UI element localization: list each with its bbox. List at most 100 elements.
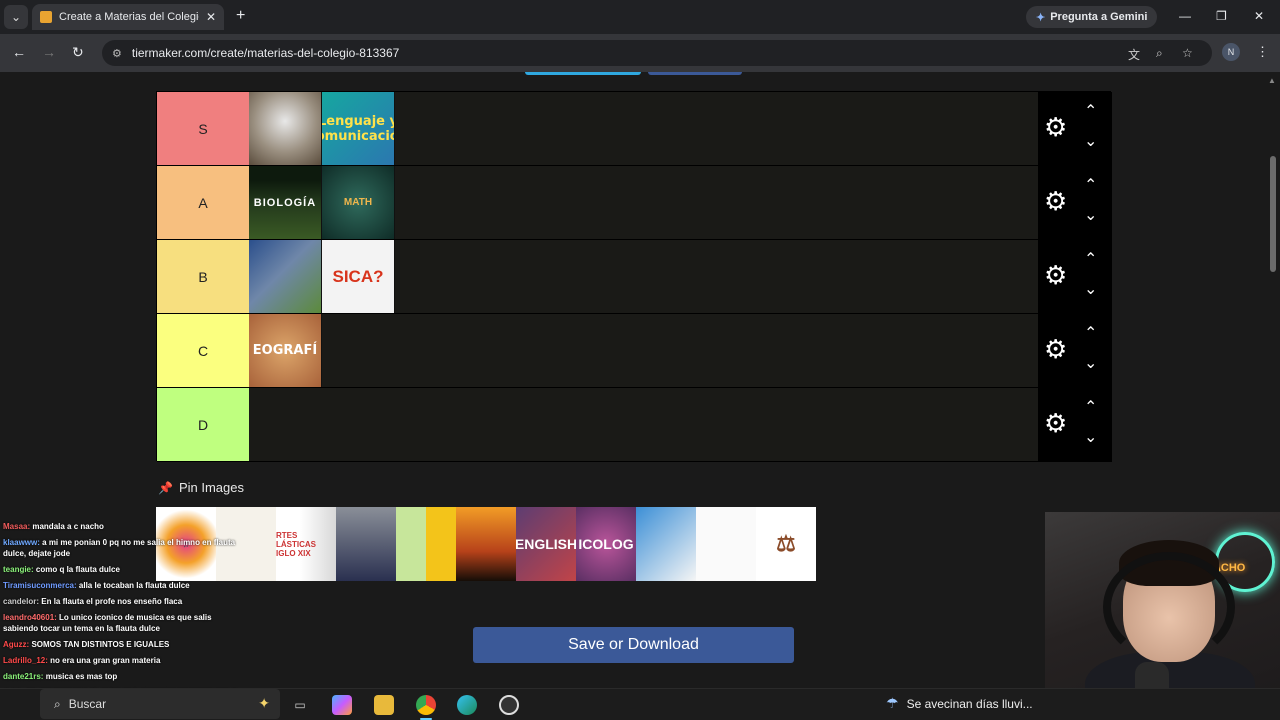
tier-items-dropzone[interactable]: BIOLOGÍA MATH: [249, 166, 1038, 239]
move-up-icon[interactable]: ⌃: [1084, 178, 1097, 194]
tier-controls: ⚙ ⌃ ⌄: [1038, 240, 1112, 313]
chat-text: En la flauta el profe nos enseño flaca: [41, 597, 183, 606]
pool-tile-artes-plasticas[interactable]: RTES LÁSTICAS IGLO XIX: [276, 507, 336, 581]
tier-tile-statue[interactable]: [249, 92, 322, 165]
pool-tile-mecanica[interactable]: [425, 507, 456, 581]
tier-items-dropzone[interactable]: Lenguaje y comunicación: [249, 92, 1038, 165]
tier-tile-math[interactable]: MATH: [322, 166, 395, 239]
tier-label[interactable]: A: [157, 166, 249, 239]
gear-icon[interactable]: ⚙: [1044, 114, 1067, 140]
browser-tabbar: ⌄ Create a Materias del Colegio. I ✕ + ✦…: [0, 0, 1280, 34]
top-button-partial[interactable]: [525, 72, 641, 75]
tier-items-dropzone[interactable]: EOGRAFÍ: [249, 314, 1038, 387]
tier-label[interactable]: S: [157, 92, 249, 165]
chat-text: como q la flauta dulce: [35, 565, 120, 574]
restore-icon[interactable]: ❐: [1216, 9, 1227, 23]
move-down-icon[interactable]: ⌄: [1084, 430, 1097, 446]
minimize-icon[interactable]: —: [1179, 9, 1191, 23]
move-down-icon[interactable]: ⌄: [1084, 282, 1097, 298]
tier-tile-quimica[interactable]: [249, 240, 322, 313]
back-icon[interactable]: ←: [12, 44, 26, 60]
pool-tile-tecnologia[interactable]: [396, 507, 426, 581]
edge-icon[interactable]: [457, 695, 477, 715]
pool-tile-informatica[interactable]: [636, 507, 696, 581]
zoom-icon[interactable]: ⌕: [1156, 46, 1163, 61]
pool-tile-filosofia[interactable]: [336, 507, 396, 581]
tier-tile-biologia[interactable]: BIOLOGÍA: [249, 166, 322, 239]
translate-icon[interactable]: 文: [1128, 46, 1140, 63]
task-view-icon[interactable]: ▭: [290, 695, 310, 715]
tier-items-dropzone[interactable]: SICA?: [249, 240, 1038, 313]
chat-username: Ladrillo_12:: [3, 656, 48, 665]
url-text: tiermaker.com/create/materias-del-colegi…: [131, 46, 400, 60]
chat-message: leandro40601: Lo unico iconico de musica…: [0, 611, 245, 638]
pool-tile-derecho[interactable]: ⚖: [756, 507, 816, 581]
chat-message: Tiramisuconmerca: alla le tocaban la fla…: [0, 579, 245, 595]
chat-text: no era una gran gran materia: [50, 656, 161, 665]
chat-message: candelor: En la flauta el profe nos ense…: [0, 595, 245, 611]
new-tab-button[interactable]: +: [236, 7, 245, 25]
tier-tile-fisica[interactable]: SICA?: [322, 240, 395, 313]
pool-tile-utiles[interactable]: [696, 507, 756, 581]
move-up-icon[interactable]: ⌃: [1084, 326, 1097, 342]
tiermaker-favicon-icon: [40, 11, 52, 23]
site-info-icon[interactable]: ⚙: [112, 47, 122, 60]
page-scrollbar[interactable]: [1270, 156, 1276, 272]
forward-icon[interactable]: →: [42, 44, 56, 60]
top-button-partial-2[interactable]: [648, 72, 742, 75]
weather-text: Se avecinan días lluvi...: [906, 696, 1033, 711]
pool-tile-english[interactable]: ENGLISH: [516, 507, 576, 581]
tier-list: S Lenguaje y comunicación ⚙ ⌃ ⌄ ABIOLOGÍAMATH…: [156, 91, 1112, 462]
tier-row: C EOGRAFÍ ⚙ ⌃ ⌄: [157, 314, 1112, 388]
move-up-icon[interactable]: ⌃: [1084, 104, 1097, 120]
tier-tile-geografia[interactable]: EOGRAFÍ: [249, 314, 322, 387]
move-down-icon[interactable]: ⌄: [1084, 356, 1097, 372]
gear-icon[interactable]: ⚙: [1044, 188, 1067, 214]
move-up-icon[interactable]: ⌃: [1084, 252, 1097, 268]
chrome-icon[interactable]: [416, 695, 436, 715]
browser-toolbar: ← → ↻ ⚙ tiermaker.com/create/materias-de…: [0, 34, 1280, 72]
tier-items-dropzone[interactable]: [249, 388, 1038, 461]
weather-widget[interactable]: ☂ Se avecinan días lluvi...: [886, 695, 1033, 712]
gear-icon[interactable]: ⚙: [1044, 336, 1067, 362]
chat-username: Masaa:: [3, 522, 31, 531]
scroll-up-icon[interactable]: ▲: [1268, 76, 1276, 85]
save-or-download-button[interactable]: Save or Download: [473, 627, 794, 663]
move-up-icon[interactable]: ⌃: [1084, 400, 1097, 416]
pin-images-header: 📌 Pin Images: [158, 480, 244, 495]
browser-menu-icon[interactable]: ⋮: [1256, 44, 1269, 60]
tier-controls: ⚙ ⌃ ⌄: [1038, 388, 1112, 461]
browser-tab[interactable]: Create a Materias del Colegio. I ✕: [32, 4, 224, 30]
tier-tile-lenguaje[interactable]: Lenguaje y comunicación: [322, 92, 395, 165]
tab-close-icon[interactable]: ✕: [206, 10, 216, 24]
obs-icon[interactable]: [499, 695, 519, 715]
gear-icon[interactable]: ⚙: [1044, 262, 1067, 288]
copilot-icon[interactable]: [332, 695, 352, 715]
chat-username: teangie:: [3, 565, 34, 574]
tier-controls: ⚙ ⌃ ⌄: [1038, 166, 1112, 239]
taskbar-search[interactable]: ⌕ Buscar ✦: [40, 689, 280, 719]
tier-label[interactable]: C: [157, 314, 249, 387]
address-bar[interactable]: ⚙ tiermaker.com/create/materias-del-cole…: [102, 40, 1212, 66]
tab-title: Create a Materias del Colegio. I: [59, 11, 199, 23]
gear-icon[interactable]: ⚙: [1044, 410, 1067, 436]
sparkle-icon: ✦: [258, 695, 270, 711]
pushpin-icon: 📌: [158, 480, 173, 495]
file-explorer-icon[interactable]: [374, 695, 394, 715]
move-down-icon[interactable]: ⌄: [1084, 134, 1097, 150]
gemini-button[interactable]: ✦ Pregunta a Gemini: [1026, 6, 1158, 28]
close-window-icon[interactable]: ✕: [1254, 9, 1264, 23]
image-pool: ♫ RTES LÁSTICAS IGLO XIX ENGLISH ICOLOG …: [156, 507, 816, 581]
move-down-icon[interactable]: ⌄: [1084, 208, 1097, 224]
tier-label[interactable]: B: [157, 240, 249, 313]
reload-icon[interactable]: ↻: [72, 44, 84, 61]
pool-tile-psicologia[interactable]: ICOLOG: [576, 507, 636, 581]
chat-username: dante21rs:: [3, 672, 44, 681]
tier-label[interactable]: D: [157, 388, 249, 461]
search-placeholder: Buscar: [68, 697, 107, 711]
pool-tile-religion[interactable]: [456, 507, 516, 581]
chat-message: Masaa: mandala a c nacho: [0, 520, 245, 536]
bookmark-star-icon[interactable]: ☆: [1182, 46, 1193, 60]
profile-avatar[interactable]: N: [1222, 43, 1240, 61]
tab-search-button[interactable]: ⌄: [4, 5, 28, 29]
